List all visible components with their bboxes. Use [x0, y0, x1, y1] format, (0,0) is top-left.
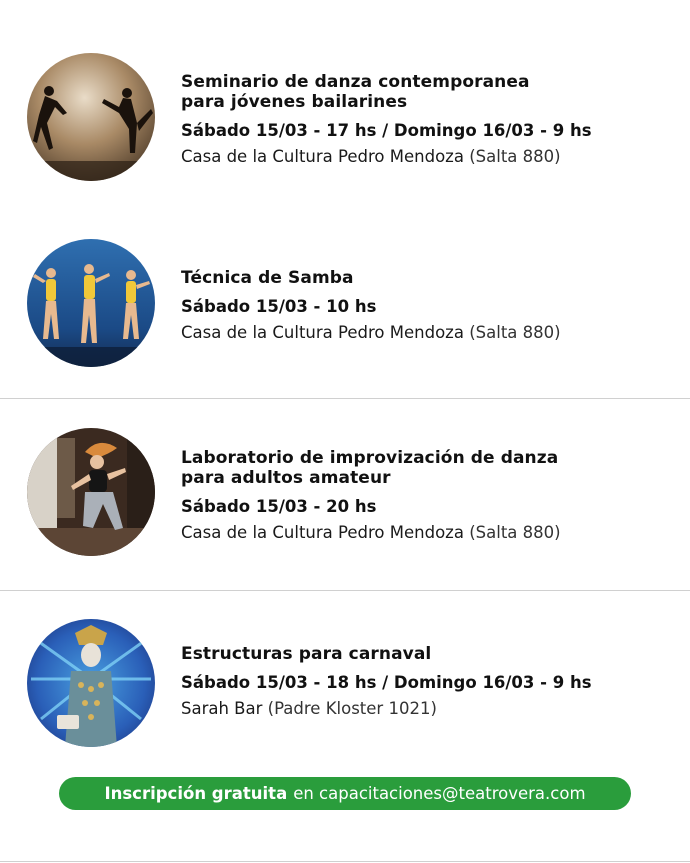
event-venue: Casa de la Cultura Pedro Mendoza — [181, 147, 464, 166]
event-location: Casa de la Cultura Pedro Mendoza (Salta … — [181, 522, 561, 544]
event-address: (Salta 880) — [469, 523, 561, 542]
event-info: Laboratorio de improvización de danza pa… — [181, 448, 561, 544]
event-venue: Casa de la Cultura Pedro Mendoza — [181, 523, 464, 542]
event-date: Sábado 15/03 - 20 hs — [181, 497, 377, 516]
registration-free-label: Inscripción gratuita — [104, 784, 288, 803]
event-location: Casa de la Cultura Pedro Mendoza (Salta … — [181, 322, 561, 344]
event-info: Técnica de Samba Sábado 15/03 - 10 hs Ca… — [181, 268, 561, 344]
event-title-line: Seminario de danza contemporanea — [181, 72, 530, 92]
event-info: Seminario de danza contemporanea para jó… — [181, 72, 592, 168]
event-title: Seminario de danza contemporanea para jó… — [181, 72, 592, 112]
event-title: Laboratorio de improvización de danza pa… — [181, 448, 561, 488]
event-location: Casa de la Cultura Pedro Mendoza (Salta … — [181, 146, 592, 168]
event-title-line: para adultos amateur — [181, 468, 391, 488]
event-photo-dancer-studio — [27, 428, 155, 556]
divider — [0, 861, 690, 862]
event-address: (Salta 880) — [469, 147, 561, 166]
event-photo-contemporary-dancers — [27, 53, 155, 181]
event-venue: Casa de la Cultura Pedro Mendoza — [181, 323, 464, 342]
event-info: Estructuras para carnaval Sábado 15/03 -… — [181, 644, 592, 720]
event-venue: Sarah Bar — [181, 699, 263, 718]
event-title-line: Laboratorio de improvización de danza — [181, 448, 559, 468]
event-location: Sarah Bar (Padre Kloster 1021) — [181, 698, 592, 720]
registration-banner[interactable]: Inscripción gratuita en capacitaciones@t… — [59, 777, 631, 810]
event-title-line: Técnica de Samba — [181, 268, 354, 288]
event-date: Sábado 15/03 - 10 hs — [181, 297, 377, 316]
event-address: (Padre Kloster 1021) — [267, 699, 437, 718]
event-date: Sábado 15/03 - 17 hs / Domingo 16/03 - 9… — [181, 121, 592, 140]
event-photo-carnival-costume — [27, 619, 155, 747]
event-date: Sábado 15/03 - 18 hs / Domingo 16/03 - 9… — [181, 673, 592, 692]
divider — [0, 590, 690, 591]
divider — [0, 398, 690, 399]
event-address: (Salta 880) — [469, 323, 561, 342]
event-photo-samba-dancers — [27, 239, 155, 367]
event-title-line: para jóvenes bailarines — [181, 92, 408, 112]
event-title-line: Estructuras para carnaval — [181, 644, 432, 664]
registration-email-link[interactable]: en capacitaciones@teatrovera.com — [293, 784, 585, 803]
event-title: Estructuras para carnaval — [181, 644, 592, 664]
event-title: Técnica de Samba — [181, 268, 561, 288]
